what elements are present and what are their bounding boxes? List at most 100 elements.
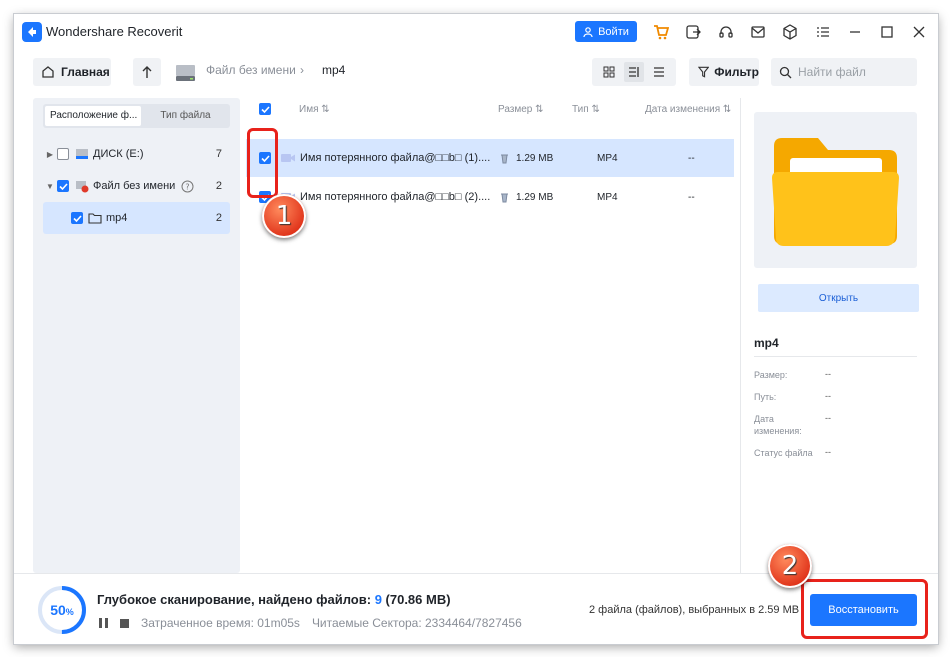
help-icon[interactable]: ? xyxy=(181,180,194,193)
file-row[interactable]: Имя потерянного файла@□□b□ (2).... 1.29 … xyxy=(246,178,734,216)
annotation-box-checkboxes xyxy=(247,128,278,198)
divider xyxy=(754,356,917,357)
size-label: Размер: xyxy=(754,370,788,380)
drive-icon xyxy=(76,149,88,159)
search-icon xyxy=(779,66,792,78)
selection-summary: 2 файла (файлов), выбранных в 2.59 MB xyxy=(589,604,800,616)
tree-item-count: 2 xyxy=(215,180,222,192)
file-row[interactable]: Имя потерянного файла@□□b□ (1).... 1.29 … xyxy=(246,139,734,177)
pause-icon[interactable] xyxy=(99,618,108,628)
arrow-up-icon xyxy=(142,66,152,78)
preview-thumbnail xyxy=(754,112,917,268)
tree-checkbox[interactable] xyxy=(57,148,69,160)
sidebar-tabs: Расположение ф... Тип файла xyxy=(43,104,230,128)
home-label: Главная xyxy=(61,65,110,79)
filter-label: Фильтр xyxy=(714,65,759,79)
tree-item-count: 2 xyxy=(215,212,222,224)
file-size: 1.29 MB xyxy=(516,152,554,164)
tree-item-label: ДИСК (E:) xyxy=(93,148,144,160)
breadcrumb-drive[interactable]: Файл без имени xyxy=(206,63,296,77)
headset-icon[interactable] xyxy=(717,23,735,41)
filter-icon xyxy=(698,66,710,78)
sectors-read: Читаемые Сектора: 2334464/7827456 xyxy=(311,616,522,630)
minimize-icon[interactable] xyxy=(846,23,864,41)
folder-icon xyxy=(772,138,899,246)
file-date: -- xyxy=(688,152,695,164)
export-icon[interactable] xyxy=(684,23,702,41)
list-view-icon[interactable] xyxy=(649,62,669,82)
file-type: MP4 xyxy=(597,152,618,164)
user-icon xyxy=(583,26,593,37)
file-size: 1.29 MB xyxy=(516,191,554,203)
breadcrumb-separator: › xyxy=(300,63,304,77)
stop-icon[interactable] xyxy=(120,618,129,628)
search-input[interactable]: Найти файл xyxy=(771,58,917,86)
search-placeholder: Найти файл xyxy=(798,65,866,79)
scan-title-prefix: Глубокое сканирование, найдено файлов: xyxy=(97,592,375,607)
menu-icon[interactable] xyxy=(814,23,832,41)
select-all-checkbox[interactable] xyxy=(259,103,271,115)
found-count: 9 xyxy=(374,592,382,607)
cart-icon[interactable] xyxy=(652,23,670,41)
open-button[interactable]: Открыть xyxy=(758,284,919,312)
scan-details: Затраченное время: 01m05s Читаемые Секто… xyxy=(99,616,522,630)
column-type[interactable]: Тип ⇅ xyxy=(572,104,600,115)
home-button[interactable]: Главная xyxy=(33,58,111,86)
percent-sign: % xyxy=(65,607,74,617)
close-icon[interactable] xyxy=(910,23,928,41)
path-label: Путь: xyxy=(754,392,777,402)
sidebar: Расположение ф... Тип файла ▶ ДИСК (E:) … xyxy=(33,98,240,573)
tab-file-type[interactable]: Тип файла xyxy=(143,106,228,126)
svg-text:?: ? xyxy=(186,182,190,191)
login-button[interactable]: Войти xyxy=(575,21,637,42)
title-bar: Wondershare Recoverit Войти xyxy=(14,14,938,50)
tree-item-label: Файл без имени xyxy=(93,180,176,192)
file-type: MP4 xyxy=(597,191,618,203)
tree-item-disk-e[interactable]: ▶ ДИСК (E:) 7 xyxy=(43,138,230,170)
grid-view-icon[interactable] xyxy=(599,62,619,82)
trash-icon xyxy=(501,193,508,202)
home-icon xyxy=(42,66,54,78)
video-file-icon xyxy=(281,154,295,162)
tree-item-mp4[interactable]: mp4 2 xyxy=(43,202,230,234)
elapsed-time: Затраченное время: 01m05s xyxy=(141,616,300,630)
recoverit-logo-icon xyxy=(22,22,42,42)
status-label: Статус файла xyxy=(754,448,813,458)
maximize-icon[interactable] xyxy=(878,23,896,41)
toolbar: Главная Файл без имени › mp4 Фильтр Найт xyxy=(14,50,938,98)
tree-checkbox[interactable] xyxy=(57,180,69,192)
progress-percent: 50% xyxy=(36,584,88,636)
expand-arrow-icon[interactable]: ▶ xyxy=(43,150,57,159)
trash-icon xyxy=(501,154,508,163)
preview-panel: Открыть mp4 Размер: -- Путь: -- Дата изм… xyxy=(740,98,938,573)
file-name: Имя потерянного файла@□□b□ (2).... xyxy=(300,191,491,203)
date-value: -- xyxy=(825,413,831,423)
mail-icon[interactable] xyxy=(749,23,767,41)
path-value: -- xyxy=(825,391,831,401)
collapse-arrow-icon[interactable]: ▼ xyxy=(43,182,57,191)
column-name[interactable]: Имя ⇅ xyxy=(299,104,330,115)
preview-title: mp4 xyxy=(754,336,779,350)
found-size: (70.86 MB) xyxy=(381,592,451,607)
cube-icon[interactable] xyxy=(781,23,799,41)
breadcrumb-folder[interactable]: mp4 xyxy=(322,63,345,77)
scan-title: Глубокое сканирование, найдено файлов: 9… xyxy=(97,592,451,607)
annotation-box-recover xyxy=(801,579,928,639)
tree-item-label: mp4 xyxy=(106,212,128,224)
detail-view-icon[interactable] xyxy=(623,62,644,82)
annotation-badge-2: 2 xyxy=(768,544,812,588)
filter-button[interactable]: Фильтр xyxy=(689,58,759,86)
column-date[interactable]: Дата изменения ⇅ xyxy=(645,104,731,115)
app-window: Wondershare Recoverit Войти Главная Файл… xyxy=(14,14,938,644)
file-date: -- xyxy=(688,191,695,203)
login-label: Войти xyxy=(598,25,629,38)
app-title: Wondershare Recoverit xyxy=(46,24,183,39)
tree-checkbox[interactable] xyxy=(71,212,83,224)
up-button[interactable] xyxy=(133,58,161,86)
drive-icon xyxy=(176,65,195,81)
column-size[interactable]: Размер ⇅ xyxy=(498,104,544,115)
annotation-badge-1: 1 xyxy=(262,194,306,238)
tab-location[interactable]: Расположение ф... xyxy=(45,106,141,126)
file-list-header: Имя ⇅ Размер ⇅ Тип ⇅ Дата изменения ⇅ xyxy=(246,98,740,122)
tree-item-unnamed[interactable]: ▼ Файл без имени ? 2 xyxy=(43,170,230,202)
